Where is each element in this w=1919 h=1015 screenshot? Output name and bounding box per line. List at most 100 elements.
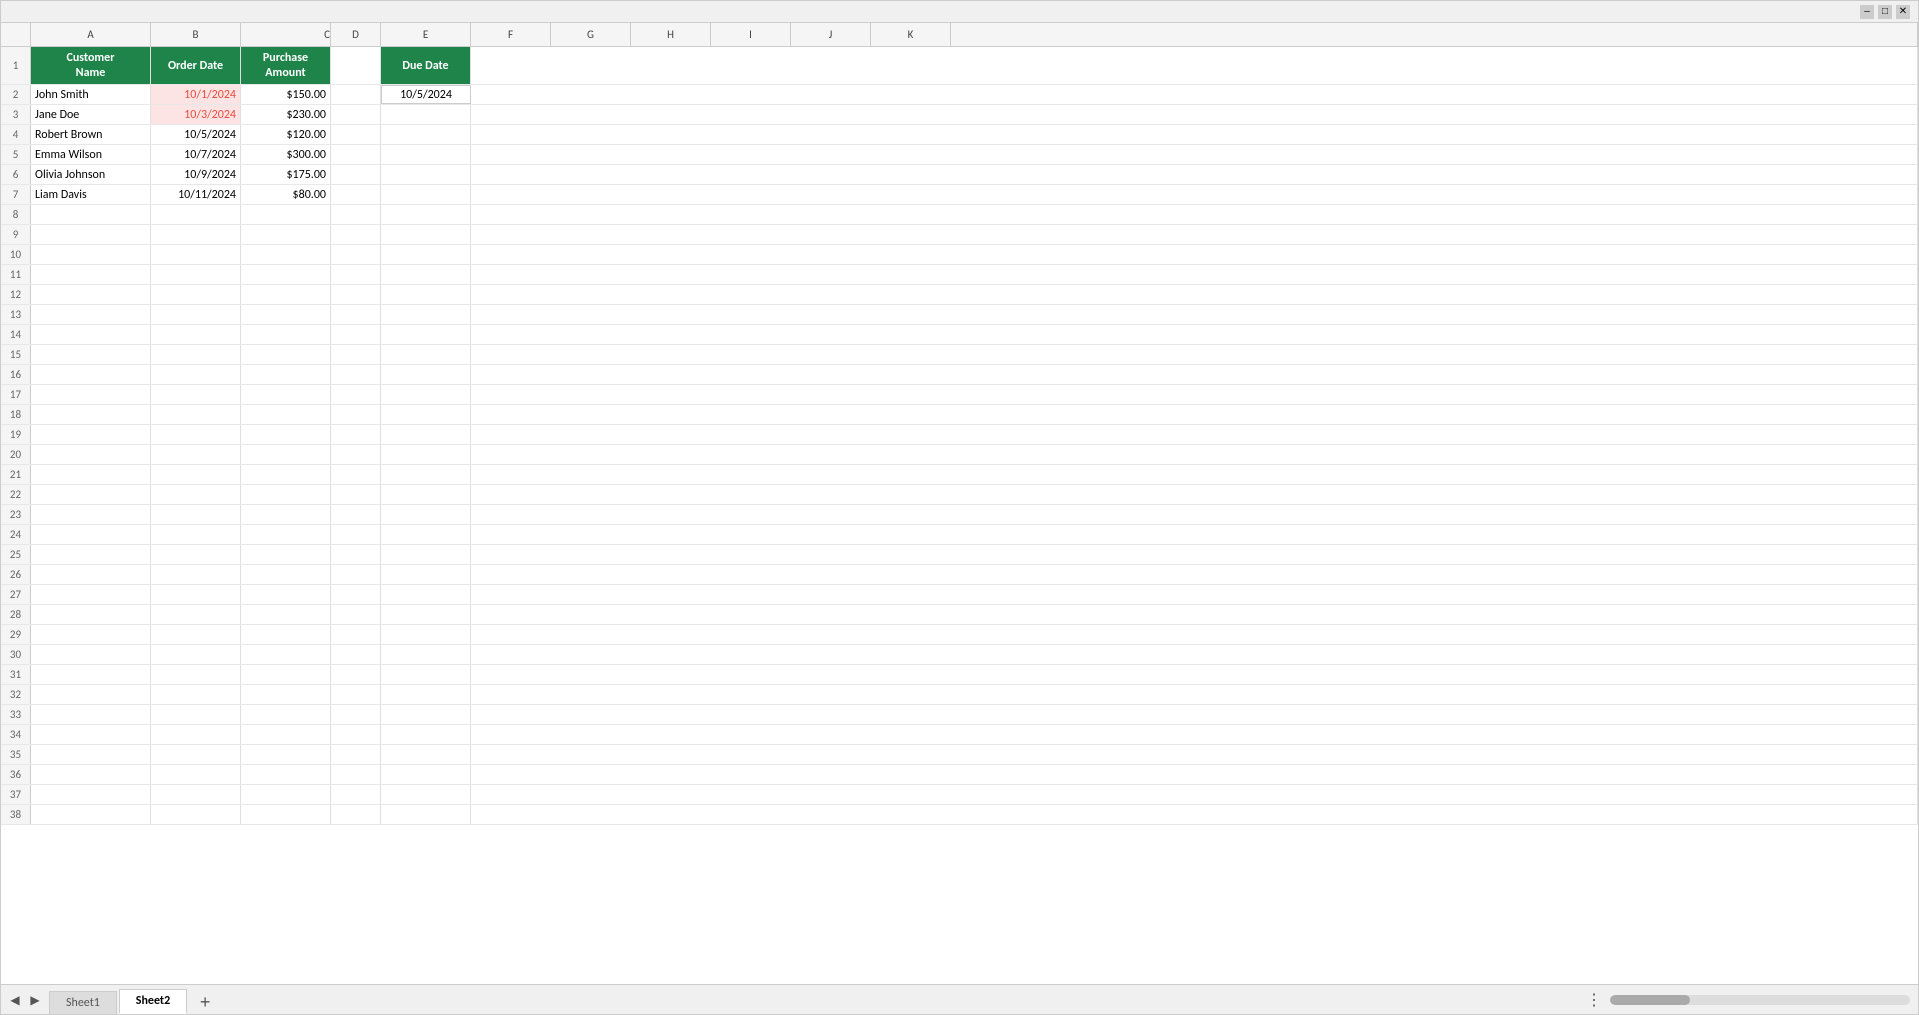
cell-e15[interactable]: [381, 345, 471, 364]
cell-a18[interactable]: [31, 405, 151, 424]
cell-a24[interactable]: [31, 525, 151, 544]
col-header-d[interactable]: D: [331, 23, 381, 46]
cell-e36[interactable]: [381, 765, 471, 784]
cell-e28[interactable]: [381, 605, 471, 624]
cell-b8[interactable]: [151, 205, 241, 224]
cell-b30[interactable]: [151, 645, 241, 664]
cell-c16[interactable]: [241, 365, 331, 384]
cell-a15[interactable]: [31, 345, 151, 364]
cell-c29[interactable]: [241, 625, 331, 644]
cell-e23[interactable]: [381, 505, 471, 524]
cell-c3[interactable]: $230.00: [241, 105, 331, 124]
cell-e16[interactable]: [381, 365, 471, 384]
cell-c32[interactable]: [241, 685, 331, 704]
maximize-button[interactable]: □: [1878, 5, 1892, 19]
cell-e5[interactable]: [381, 145, 471, 164]
cell-c30[interactable]: [241, 645, 331, 664]
cell-c12[interactable]: [241, 285, 331, 304]
cell-d1[interactable]: [331, 47, 381, 84]
cell-d4[interactable]: [331, 125, 381, 144]
cell-a37[interactable]: [31, 785, 151, 804]
cell-e26[interactable]: [381, 565, 471, 584]
cell-d23[interactable]: [331, 505, 381, 524]
cell-b12[interactable]: [151, 285, 241, 304]
cell-a19[interactable]: [31, 425, 151, 444]
cell-d25[interactable]: [331, 545, 381, 564]
col-header-c[interactable]: C: [241, 23, 331, 46]
cell-c10[interactable]: [241, 245, 331, 264]
cell-a14[interactable]: [31, 325, 151, 344]
cell-a4[interactable]: Robert Brown: [31, 125, 151, 144]
cell-e37[interactable]: [381, 785, 471, 804]
col-header-j[interactable]: J: [791, 23, 871, 46]
cell-d19[interactable]: [331, 425, 381, 444]
cell-a11[interactable]: [31, 265, 151, 284]
cell-b16[interactable]: [151, 365, 241, 384]
col-header-i[interactable]: I: [711, 23, 791, 46]
cell-a38[interactable]: [31, 805, 151, 824]
cell-d10[interactable]: [331, 245, 381, 264]
cell-b26[interactable]: [151, 565, 241, 584]
cell-d32[interactable]: [331, 685, 381, 704]
cell-e19[interactable]: [381, 425, 471, 444]
cell-a29[interactable]: [31, 625, 151, 644]
cell-a17[interactable]: [31, 385, 151, 404]
cell-c17[interactable]: [241, 385, 331, 404]
cell-e35[interactable]: [381, 745, 471, 764]
cell-c4[interactable]: $120.00: [241, 125, 331, 144]
cell-c15[interactable]: [241, 345, 331, 364]
cell-d7[interactable]: [331, 185, 381, 204]
cell-e25[interactable]: [381, 545, 471, 564]
cell-b34[interactable]: [151, 725, 241, 744]
cell-e20[interactable]: [381, 445, 471, 464]
cell-b22[interactable]: [151, 485, 241, 504]
cell-d21[interactable]: [331, 465, 381, 484]
cell-c23[interactable]: [241, 505, 331, 524]
cell-e33[interactable]: [381, 705, 471, 724]
cell-d14[interactable]: [331, 325, 381, 344]
cell-a21[interactable]: [31, 465, 151, 484]
cell-d31[interactable]: [331, 665, 381, 684]
cell-c37[interactable]: [241, 785, 331, 804]
cell-b21[interactable]: [151, 465, 241, 484]
cell-b28[interactable]: [151, 605, 241, 624]
col-header-a[interactable]: A: [31, 23, 151, 46]
cell-d33[interactable]: [331, 705, 381, 724]
cell-c2[interactable]: $150.00: [241, 85, 331, 104]
cell-e27[interactable]: [381, 585, 471, 604]
cell-b24[interactable]: [151, 525, 241, 544]
cell-b4[interactable]: 10/5/2024: [151, 125, 241, 144]
cell-c18[interactable]: [241, 405, 331, 424]
cell-e7[interactable]: [381, 185, 471, 204]
cell-d38[interactable]: [331, 805, 381, 824]
cell-a30[interactable]: [31, 645, 151, 664]
cell-a8[interactable]: [31, 205, 151, 224]
cell-b20[interactable]: [151, 445, 241, 464]
cell-a26[interactable]: [31, 565, 151, 584]
cell-b25[interactable]: [151, 545, 241, 564]
cell-b38[interactable]: [151, 805, 241, 824]
cell-a28[interactable]: [31, 605, 151, 624]
col-header-g[interactable]: G: [551, 23, 631, 46]
cell-d17[interactable]: [331, 385, 381, 404]
cell-e21[interactable]: [381, 465, 471, 484]
cell-e8[interactable]: [381, 205, 471, 224]
cell-e1[interactable]: Due Date: [381, 47, 471, 84]
cell-b32[interactable]: [151, 685, 241, 704]
col-header-h[interactable]: H: [631, 23, 711, 46]
tab-sheet2[interactable]: Sheet2: [119, 989, 187, 1014]
cell-b1[interactable]: Order Date: [151, 47, 241, 84]
sheet-nav-left[interactable]: ◀: [7, 992, 23, 1008]
cell-d11[interactable]: [331, 265, 381, 284]
cell-d26[interactable]: [331, 565, 381, 584]
cell-a34[interactable]: [31, 725, 151, 744]
cell-a23[interactable]: [31, 505, 151, 524]
cell-d15[interactable]: [331, 345, 381, 364]
cell-a35[interactable]: [31, 745, 151, 764]
cell-d22[interactable]: [331, 485, 381, 504]
cell-e12[interactable]: [381, 285, 471, 304]
cell-b13[interactable]: [151, 305, 241, 324]
cell-e18[interactable]: [381, 405, 471, 424]
cell-b9[interactable]: [151, 225, 241, 244]
cell-b18[interactable]: [151, 405, 241, 424]
